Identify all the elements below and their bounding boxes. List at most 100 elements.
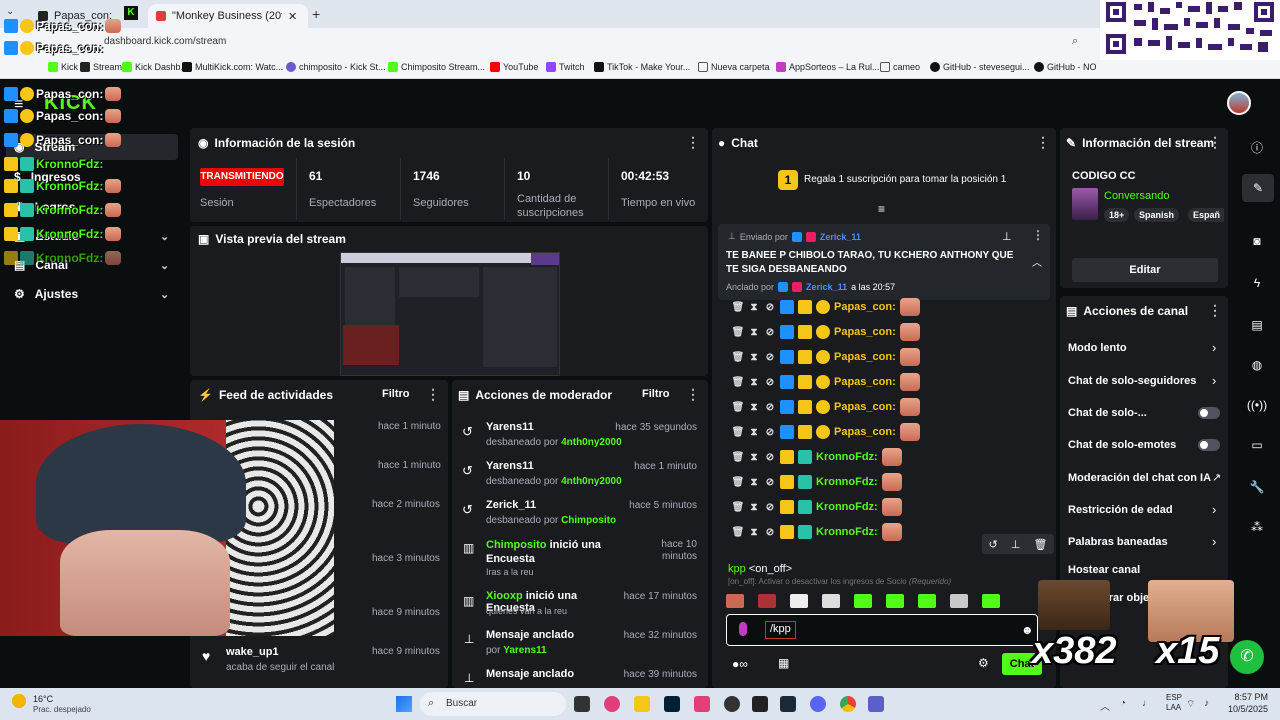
chevron-right-icon[interactable]: › <box>1212 373 1216 388</box>
subscribers-only-toggle[interactable] <box>1198 407 1220 419</box>
stream-category[interactable]: Conversando <box>1104 190 1169 202</box>
mod-by-user[interactable]: 4nth0ny2000 <box>561 437 622 448</box>
steam-icon[interactable] <box>780 696 796 712</box>
bookmark-folder[interactable]: Nueva carpeta <box>698 59 770 75</box>
ban-icon[interactable]: ⊘ <box>764 301 776 313</box>
copilot-icon[interactable] <box>604 696 620 712</box>
bookmark-twitch[interactable]: Twitch <box>546 59 585 75</box>
bookmark-appsorteos[interactable]: AppSorteos – La Rul... <box>776 59 880 75</box>
ban-icon[interactable]: ⊘ <box>764 401 776 413</box>
ban-icon[interactable]: ⊘ <box>764 501 776 513</box>
photoshop-icon[interactable] <box>664 696 680 712</box>
host-channel-item[interactable]: Hostear canal <box>1068 564 1140 576</box>
undo-icon[interactable]: ↺ <box>989 538 998 551</box>
category-thumbnail[interactable] <box>1072 188 1098 220</box>
bookmark-multikick[interactable]: MultiKick.com: Watc... <box>182 59 283 75</box>
timeout-icon[interactable]: ⧗ <box>748 301 760 313</box>
emotes-only-item[interactable]: Chat de solo-emotes <box>1068 439 1176 451</box>
weather-desc[interactable]: Prac. despejado <box>33 705 91 714</box>
more-options-icon[interactable]: ⋮ <box>1208 134 1222 151</box>
chat-username[interactable]: KronnoFdz: <box>816 526 878 538</box>
ban-icon[interactable]: ⊘ <box>764 326 776 338</box>
tag-chip[interactable]: 18+ <box>1104 208 1130 222</box>
mod-item-name[interactable]: Xiooxp <box>486 590 523 602</box>
gift-sub-text[interactable]: Regala 1 suscripción para tomar la posic… <box>804 174 1006 185</box>
emote-icon[interactable] <box>790 594 808 608</box>
chevron-right-icon[interactable]: › <box>1212 340 1216 355</box>
chat-input-box[interactable]: /kpp ☻ <box>726 614 1038 646</box>
timeout-icon[interactable]: ⧗ <box>748 376 760 388</box>
chat-username[interactable]: KronnoFdz: <box>816 476 878 488</box>
wrench-icon[interactable]: 🔧 <box>1248 478 1266 496</box>
mod-by-user[interactable]: Chimposito <box>561 515 616 526</box>
bookmark-cameo[interactable]: cameo <box>880 59 920 75</box>
bookmark-chimposito-kick[interactable]: chimposito - Kick St... <box>286 59 386 75</box>
edit-stream-button[interactable]: Editar <box>1072 258 1218 282</box>
microphone-icon[interactable] <box>739 622 747 636</box>
filter-icon[interactable]: ≡ <box>878 202 885 216</box>
teams-icon[interactable] <box>868 696 884 712</box>
chat-message[interactable]: 🗑 ⧗ ⊘ KronnoFdz: <box>732 472 902 492</box>
chat-username[interactable]: Papas_con: <box>834 301 896 313</box>
more-options-icon[interactable]: ⋮ <box>1032 228 1044 242</box>
timeout-icon[interactable]: ⧗ <box>748 426 760 438</box>
mod-by-user[interactable]: Yarens11 <box>503 645 546 656</box>
delete-icon[interactable]: 🗑 <box>732 301 745 313</box>
emote-icon[interactable] <box>854 594 872 608</box>
subscribers-only-item[interactable]: Chat de solo-... <box>1068 407 1147 419</box>
store-icon[interactable]: ▦ <box>778 656 789 670</box>
more-options-icon[interactable]: ⋮ <box>1036 134 1050 151</box>
slow-mode-item[interactable]: Modo lento <box>1068 342 1127 354</box>
bolt-icon[interactable]: ϟ <box>1248 274 1266 292</box>
language-indicator[interactable]: ESP <box>1166 693 1182 702</box>
chevron-up-icon[interactable]: ︿ <box>1032 254 1042 269</box>
ban-icon[interactable]: ⊘ <box>764 426 776 438</box>
chat-message[interactable]: 🗑 ⧗ ⊘ Papas_con: <box>732 322 920 342</box>
chat-message[interactable]: 🗑 ⧗ ⊘ KronnoFdz: <box>732 522 902 542</box>
external-link-icon[interactable]: ↗ <box>1212 471 1221 484</box>
pinner[interactable]: Zerick_11 <box>806 282 847 292</box>
tab-close-icon[interactable]: ✕ <box>288 10 297 23</box>
more-options-icon[interactable]: ⋮ <box>686 134 700 151</box>
edit-icon[interactable]: ✎ <box>1242 174 1274 202</box>
delete-icon[interactable]: 🗑 <box>732 451 745 463</box>
chat-username[interactable]: Papas_con: <box>834 326 896 338</box>
command-hint[interactable]: kpp <on_off> [on_off]: Activar o desacti… <box>718 558 1054 592</box>
layout-icon[interactable]: ▭ <box>1248 436 1266 454</box>
mod-item-name[interactable]: Chimposito <box>486 539 547 551</box>
ai-moderation-item[interactable]: Moderación del chat con IA <box>1068 472 1211 484</box>
windows-start-icon[interactable] <box>396 696 412 712</box>
timeout-icon[interactable]: ⧗ <box>748 501 760 513</box>
tab-monkey-business[interactable]: "Monkey Business (20th Annive ✕ <box>148 4 308 28</box>
timeout-icon[interactable]: ⧗ <box>748 451 760 463</box>
chat-message[interactable]: 🗑 ⧗ ⊘ KronnoFdz: <box>732 497 902 517</box>
zoom-icon[interactable]: ⌕ <box>1072 35 1078 48</box>
emote-icon[interactable] <box>822 594 840 608</box>
camera-icon[interactable]: ◙ <box>1248 232 1266 250</box>
chat-message[interactable]: 🗑 ⧗ ⊘ Papas_con: <box>732 297 920 317</box>
new-tab-icon[interactable]: + <box>312 6 320 22</box>
bookmark-github-1[interactable]: GitHub - stevesegui... <box>930 59 1030 75</box>
ban-icon[interactable]: ⊘ <box>764 376 776 388</box>
task-view-icon[interactable] <box>574 696 590 712</box>
delete-icon[interactable]: 🗑 <box>732 476 745 488</box>
bookmark-github-2[interactable]: GitHub - NO <box>1034 59 1097 75</box>
delete-icon[interactable]: 🗑 <box>1033 538 1047 551</box>
banned-words-item[interactable]: Palabras baneadas <box>1068 536 1168 548</box>
tag-chip[interactable]: Spanish <box>1134 208 1180 222</box>
emotes-only-toggle[interactable] <box>1198 439 1220 451</box>
music-icon[interactable] <box>694 696 710 712</box>
bookmark-youtube[interactable]: YouTube <box>490 59 538 75</box>
kick-tab-icon[interactable]: K <box>124 6 138 20</box>
more-options-icon[interactable]: ⋮ <box>1208 302 1222 319</box>
emote-icon[interactable] <box>726 594 744 608</box>
chat-username[interactable]: KronnoFdz: <box>816 501 878 513</box>
age-restriction-item[interactable]: Restricción de edad <box>1068 504 1173 516</box>
chat-username[interactable]: Papas_con: <box>834 376 896 388</box>
microphone-tray-icon[interactable]: ♩ <box>1142 698 1152 709</box>
chat-message[interactable]: 🗑 ⧗ ⊘ KronnoFdz: <box>732 447 902 467</box>
pin-icon[interactable]: ⊥ <box>1002 230 1012 243</box>
delete-icon[interactable]: 🗑 <box>732 326 745 338</box>
timeout-icon[interactable]: ⧗ <box>748 476 760 488</box>
wifi-icon[interactable]: ⌔ <box>1186 698 1195 711</box>
